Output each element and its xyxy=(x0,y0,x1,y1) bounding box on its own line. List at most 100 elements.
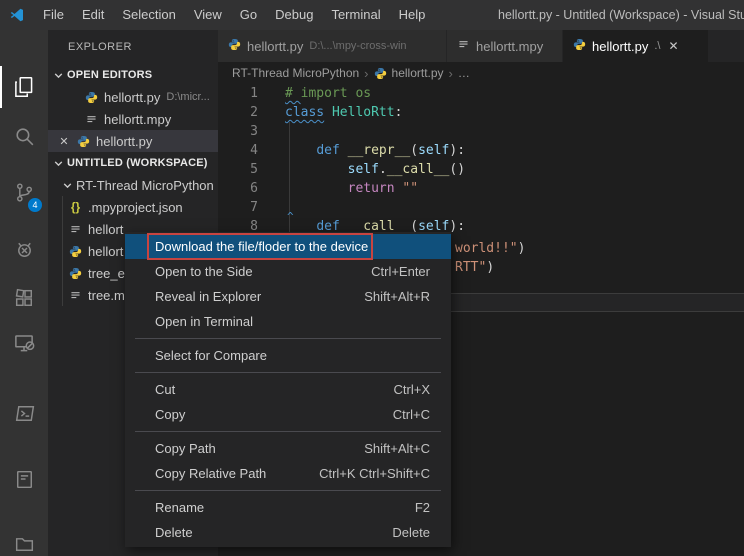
mpy-file-icon xyxy=(68,289,83,302)
tree-indent-guide xyxy=(62,196,63,306)
editor-tab[interactable]: hellortt.pyD:\...\mpy-cross-win xyxy=(218,30,447,62)
code-token: ): xyxy=(449,219,465,234)
line-number: 6 xyxy=(218,179,258,198)
menu-separator xyxy=(135,431,441,432)
open-editors-label: OPEN EDITORS xyxy=(67,69,152,81)
menu-item-label: Download the file/floder to the device xyxy=(155,234,368,259)
code-token: ): xyxy=(449,143,465,158)
code-token: return xyxy=(348,181,395,196)
breadcrumb-folder[interactable]: RT-Thread MicroPython xyxy=(232,66,359,80)
chevron-down-icon xyxy=(51,70,65,81)
menu-item-label: Open to the Side xyxy=(155,259,253,284)
close-icon[interactable]: ✕ xyxy=(56,135,72,148)
code-token: __call__ xyxy=(387,162,450,177)
code-line: 5 self.__call__() xyxy=(218,160,744,179)
menu-item-open-to-the-side[interactable]: Open to the SideCtrl+Enter xyxy=(125,259,451,284)
activity-search-icon[interactable] xyxy=(0,115,48,157)
line-number: 3 xyxy=(218,122,258,141)
code-editor[interactable]: 1# import os2class HelloRtt:34 def __rep… xyxy=(218,84,744,236)
code-token: self xyxy=(418,143,449,158)
code-token: # xyxy=(285,86,301,101)
editor-tab[interactable]: hellortt.mpy xyxy=(447,30,563,62)
menubar-go[interactable]: Go xyxy=(231,0,266,30)
menu-item-shortcut: Delete xyxy=(392,520,430,545)
code-token: def xyxy=(316,143,339,158)
code-fragment: world!!") xyxy=(455,239,525,258)
sidebar-title: EXPLORER xyxy=(48,30,218,64)
tab-label: hellortt.mpy xyxy=(476,39,543,54)
editor-tab[interactable]: hellortt.py.\✕ xyxy=(563,30,709,62)
workspace-header[interactable]: UNTITLED (WORKSPACE) xyxy=(48,152,218,174)
menu-item-label: Open in Terminal xyxy=(155,309,253,334)
menubar-debug[interactable]: Debug xyxy=(266,0,322,30)
code-token: "" xyxy=(402,181,418,196)
activity-extensions-icon[interactable] xyxy=(0,277,48,319)
code-token xyxy=(285,162,348,177)
tree-file-name: tree.m xyxy=(88,288,125,303)
menubar-selection[interactable]: Selection xyxy=(113,0,184,30)
code-token: ) xyxy=(486,260,494,275)
menu-item-copy-path[interactable]: Copy PathShift+Alt+C xyxy=(125,436,451,461)
menu-item-label: Copy Relative Path xyxy=(155,461,266,486)
tree-folder-rt-thread-micropython[interactable]: RT-Thread MicroPython xyxy=(48,174,218,196)
python-file-icon xyxy=(76,135,91,148)
menubar-view[interactable]: View xyxy=(185,0,231,30)
tree-file-item[interactable]: {}.mpyproject.json xyxy=(48,196,218,218)
activity-notebook-icon[interactable] xyxy=(0,458,48,500)
activity-terminal-icon[interactable] xyxy=(0,392,48,434)
breadcrumb-file[interactable]: hellortt.py xyxy=(392,66,444,80)
activity-source-control-icon[interactable]: 4 xyxy=(0,171,48,213)
mpy-file-icon xyxy=(457,38,470,54)
menu-item-delete[interactable]: DeleteDelete xyxy=(125,520,451,545)
menubar-terminal[interactable]: Terminal xyxy=(322,0,389,30)
line-content: class HelloRtt: xyxy=(285,103,402,122)
chevron-down-icon xyxy=(51,158,65,169)
code-token: . xyxy=(379,162,387,177)
source-control-badge: 4 xyxy=(27,197,43,213)
python-file-icon xyxy=(68,245,83,258)
line-number: 5 xyxy=(218,160,258,179)
close-icon[interactable]: ✕ xyxy=(669,39,679,53)
code-token: self xyxy=(348,162,379,177)
code-line: 1# import os xyxy=(218,84,744,103)
menu-item-select-for-compare[interactable]: Select for Compare xyxy=(125,343,451,368)
menu-item-copy[interactable]: CopyCtrl+C xyxy=(125,402,451,427)
menu-separator xyxy=(135,372,441,373)
lint-caret-mark: ^ xyxy=(287,210,294,223)
menu-item-download-the-file-floder-to-the-device[interactable]: Download the file/floder to the device xyxy=(125,234,451,259)
menubar-edit[interactable]: Edit xyxy=(73,0,113,30)
open-editors-header[interactable]: OPEN EDITORS xyxy=(48,64,218,86)
activity-explorer-icon[interactable] xyxy=(0,66,48,108)
menu-item-rename[interactable]: RenameF2 xyxy=(125,495,451,520)
open-editor-item[interactable]: hellortt.mpy xyxy=(48,108,218,130)
menu-item-reveal-in-explorer[interactable]: Reveal in ExplorerShift+Alt+R xyxy=(125,284,451,309)
tab-path: D:\...\mpy-cross-win xyxy=(309,40,406,52)
mpy-file-icon xyxy=(84,113,99,126)
activity-debug-icon[interactable] xyxy=(0,228,48,270)
open-editor-item[interactable]: hellortt.pyD:\micr... xyxy=(48,86,218,108)
breadcrumb-more[interactable]: … xyxy=(458,66,470,80)
code-token: : xyxy=(395,105,403,120)
code-line: 3 xyxy=(218,122,744,141)
open-editors-list: hellortt.pyD:\micr...hellortt.mpy✕hellor… xyxy=(48,86,218,152)
menu-item-shortcut: Shift+Alt+C xyxy=(364,436,430,461)
menu-item-open-in-terminal[interactable]: Open in Terminal xyxy=(125,309,451,334)
menu-item-label: Select for Compare xyxy=(155,343,267,368)
code-token xyxy=(324,105,332,120)
activity-folder-icon[interactable] xyxy=(0,522,48,556)
menubar-file[interactable]: File xyxy=(34,0,73,30)
tab-bar: hellortt.pyD:\...\mpy-cross-win hellortt.… xyxy=(218,30,744,62)
python-file-icon xyxy=(84,91,99,104)
context-menu: Download the file/floder to the deviceOp… xyxy=(125,232,451,547)
menubar-help[interactable]: Help xyxy=(390,0,435,30)
menu-bar: FileEditSelectionViewGoDebugTerminalHelp xyxy=(34,0,434,30)
chevron-down-icon xyxy=(60,180,74,191)
menu-item-cut[interactable]: CutCtrl+X xyxy=(125,377,451,402)
tree-folder-label: RT-Thread MicroPython xyxy=(76,178,214,193)
code-line: 7 xyxy=(218,198,744,217)
title-bar: FileEditSelectionViewGoDebugTerminalHelp… xyxy=(0,0,744,30)
code-token: __repr__ xyxy=(348,143,411,158)
menu-item-copy-relative-path[interactable]: Copy Relative PathCtrl+K Ctrl+Shift+C xyxy=(125,461,451,486)
open-editor-item[interactable]: ✕hellortt.py xyxy=(48,130,218,152)
activity-remote-device-icon[interactable] xyxy=(0,322,48,364)
